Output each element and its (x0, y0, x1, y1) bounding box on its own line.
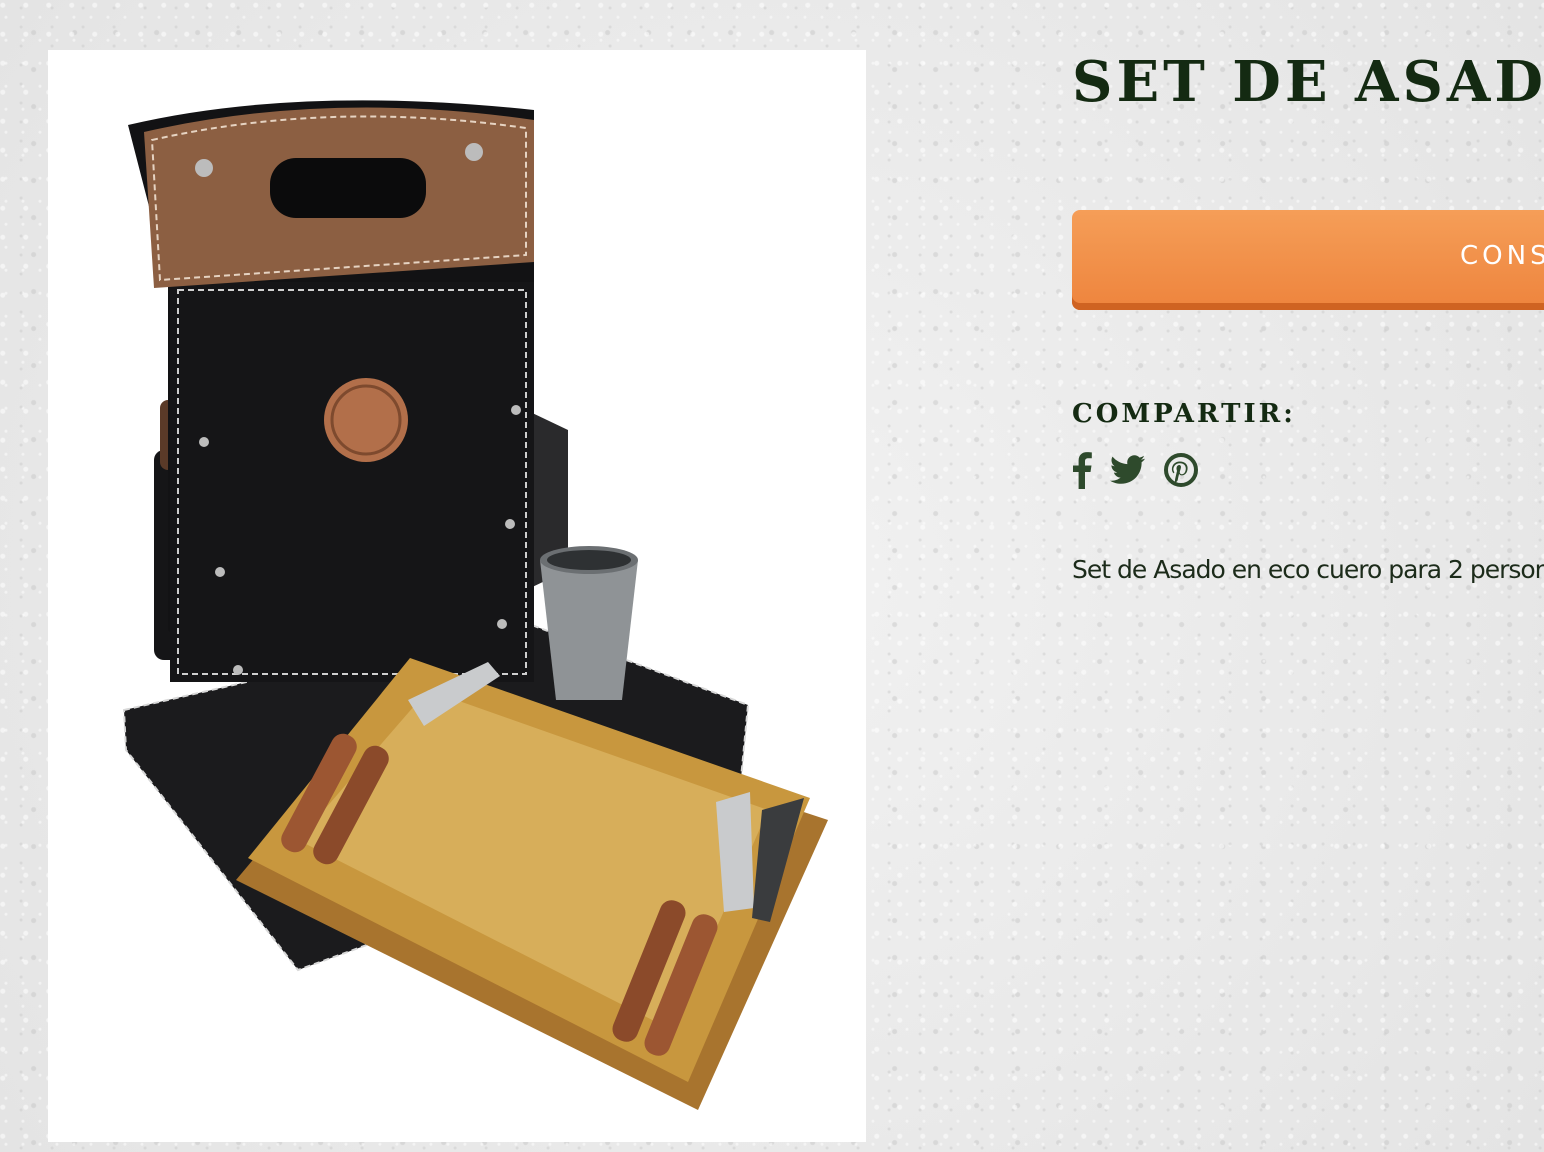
facebook-icon (1073, 452, 1092, 489)
twitter-icon (1110, 455, 1145, 484)
product-photo (122, 100, 828, 1110)
product-info-panel: SET DE ASADO CONSULTAR COMPARTIR: Set de… (1072, 0, 1544, 1152)
consult-button[interactable]: CONSULTAR (1072, 210, 1544, 310)
product-title: SET DE ASADO (1072, 49, 1544, 115)
product-description: Set de Asado en eco cuero para 2 persona… (1072, 555, 1544, 584)
consult-button-label: CONSULTAR (1460, 241, 1544, 271)
product-image[interactable] (48, 50, 866, 1142)
pinterest-icon (1164, 453, 1198, 487)
share-label: COMPARTIR: (1072, 399, 1296, 429)
share-icons (1072, 450, 1216, 490)
twitter-share-link[interactable] (1110, 451, 1146, 489)
facebook-share-link[interactable] (1072, 451, 1092, 489)
pinterest-share-link[interactable] (1164, 451, 1198, 489)
